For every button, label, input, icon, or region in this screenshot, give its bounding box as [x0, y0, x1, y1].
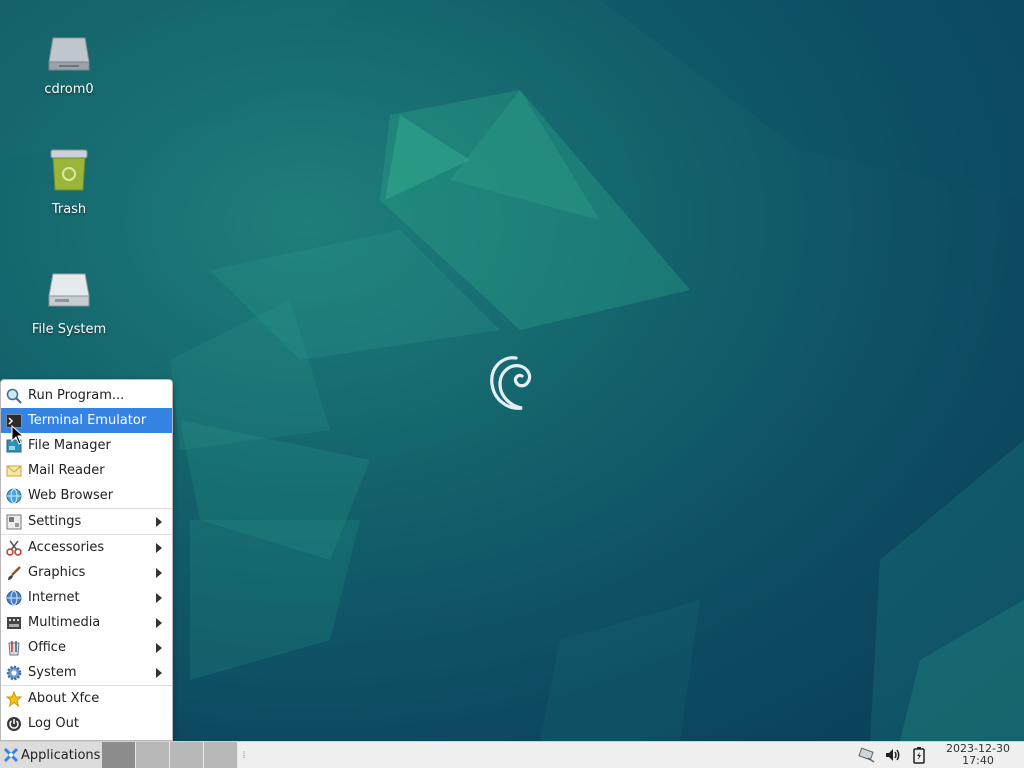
menu-item-label: About Xfce [28, 691, 100, 706]
menu-item-label: Multimedia [28, 615, 101, 630]
menu-item-label: System [28, 665, 77, 680]
applications-label: Applications [21, 747, 101, 763]
xfce-logo-icon [3, 747, 19, 763]
trash-icon [45, 148, 93, 196]
star-icon [5, 690, 23, 707]
search-icon [6, 388, 22, 404]
menu-item-file-manager[interactable]: File Manager [1, 433, 172, 458]
desktop-icon-label: File System [31, 322, 107, 337]
desktop-icon-filesystem[interactable]: File System [19, 268, 119, 337]
applications-button[interactable]: Applications [0, 741, 102, 768]
menu-item-multimedia[interactable]: Multimedia [1, 610, 172, 635]
logout-icon [6, 716, 22, 732]
settings-icon [6, 514, 22, 530]
menu-item-label: Internet [28, 590, 80, 605]
clock-time: 17:40 [962, 754, 994, 767]
submenu-arrow-icon [156, 593, 162, 603]
menu-item-log-out[interactable]: Log Out [1, 711, 172, 736]
menu-item-label: Run Program... [28, 388, 125, 403]
menu-item-system[interactable]: System [1, 660, 172, 685]
menu-item-label: Log Out [28, 716, 79, 731]
network-icon[interactable] [858, 746, 876, 764]
debian-logo [490, 356, 532, 410]
submenu-arrow-icon [156, 517, 162, 527]
menu-item-graphics[interactable]: Graphics [1, 560, 172, 585]
menu-item-settings[interactable]: Settings [1, 509, 172, 534]
applications-menu: Run Program... Terminal Emulator File Ma… [0, 379, 173, 741]
menu-item-label: Web Browser [28, 488, 114, 503]
office-icon [6, 640, 22, 656]
menu-item-label: Settings [28, 514, 82, 529]
mouse-cursor-icon [11, 425, 25, 445]
workspace-4[interactable] [204, 741, 238, 768]
menu-item-mail-reader[interactable]: Mail Reader [1, 458, 172, 483]
submenu-arrow-icon [156, 618, 162, 628]
globe-icon [6, 590, 22, 606]
submenu-arrow-icon [156, 543, 162, 553]
mail-icon [6, 463, 22, 479]
menu-item-label: Mail Reader [28, 463, 105, 478]
harddisk-icon [45, 268, 93, 316]
submenu-arrow-icon [156, 668, 162, 678]
gear-icon [6, 665, 22, 681]
volume-icon[interactable] [884, 746, 902, 764]
workspace-1[interactable] [102, 741, 136, 768]
menu-item-label: File Manager [28, 438, 111, 453]
submenu-arrow-icon [156, 568, 162, 578]
desktop-icon-label: Trash [51, 202, 87, 217]
menu-item-run-program[interactable]: Run Program... [1, 383, 172, 408]
system-tray [858, 742, 928, 768]
menu-item-label: Terminal Emulator [28, 413, 147, 428]
bottom-panel: Applications ⁞ 2023-12-30 17:40 [0, 741, 1024, 768]
workspace-2[interactable] [136, 741, 170, 768]
brush-icon [6, 565, 22, 581]
clock[interactable]: 2023-12-30 17:40 [938, 743, 1018, 767]
menu-item-office[interactable]: Office [1, 635, 172, 660]
film-icon [6, 615, 22, 631]
menu-item-label: Graphics [28, 565, 86, 580]
menu-item-web-browser[interactable]: Web Browser [1, 483, 172, 508]
workspace-switcher [102, 741, 238, 768]
desktop-icon-label: cdrom0 [44, 82, 94, 97]
submenu-arrow-icon [156, 643, 162, 653]
desktop-icon-trash[interactable]: Trash [19, 148, 119, 217]
scissors-icon [6, 540, 22, 556]
menu-item-accessories[interactable]: Accessories [1, 535, 172, 560]
menu-item-about-xfce[interactable]: About Xfce [1, 686, 172, 711]
menu-item-internet[interactable]: Internet [1, 585, 172, 610]
globe-icon [6, 488, 22, 504]
menu-item-label: Accessories [28, 540, 105, 555]
panel-handle[interactable]: ⁞ [240, 742, 248, 768]
menu-item-terminal-emulator[interactable]: Terminal Emulator [1, 408, 172, 433]
desktop-icon-cdrom[interactable]: cdrom0 [19, 28, 119, 97]
battery-icon[interactable] [910, 746, 928, 764]
menu-item-label: Office [28, 640, 66, 655]
workspace-3[interactable] [170, 741, 204, 768]
cdrom-icon [45, 28, 93, 76]
